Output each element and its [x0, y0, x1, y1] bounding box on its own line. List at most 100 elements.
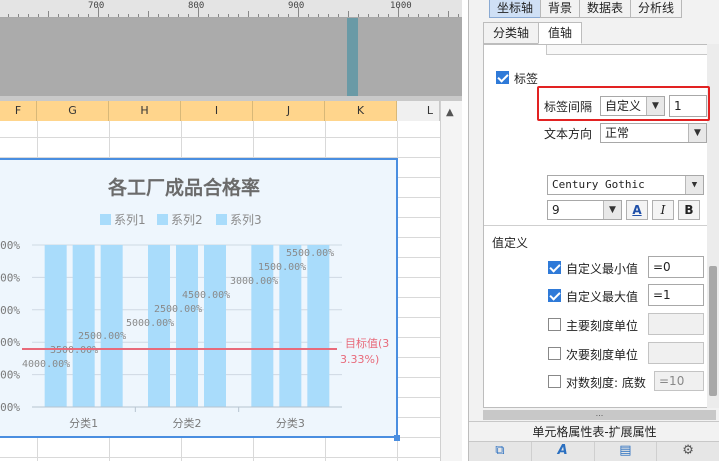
ruler-tick	[448, 11, 449, 17]
chevron-down-icon[interactable]: ▼	[603, 201, 621, 219]
ruler-tick	[458, 14, 459, 17]
scroll-up-icon[interactable]: ▲	[446, 107, 454, 118]
data-label: 1500.00%	[258, 262, 306, 273]
chart-title: 各工厂成品合格率	[107, 176, 260, 199]
settings-gear-icon[interactable]: ⚙	[657, 442, 719, 461]
chart-container[interactable]: 各工厂成品合格率 系列1 系列2 系列3 00% 00% 00% 00% 00% 00% 分类1 分类…	[0, 158, 398, 438]
bar	[176, 245, 198, 407]
ruler-tick	[238, 14, 239, 17]
ruler-tick	[128, 14, 129, 17]
ruler-tick	[218, 14, 219, 17]
font-color-button[interactable]: A	[626, 200, 648, 220]
ruler-tick	[228, 14, 229, 17]
horizontal-ruler: 700 800 900 1000	[0, 0, 462, 18]
panel-scroll-thumb[interactable]	[709, 266, 717, 396]
italic-button[interactable]: I	[652, 200, 674, 220]
data-label: 2500.00%	[154, 304, 202, 315]
legend-label: 系列2	[171, 213, 203, 227]
extended-properties-title: 单元格属性表-扩展属性	[469, 421, 719, 441]
text-direction-value: 正常	[605, 126, 630, 140]
column-header-h[interactable]: H	[109, 101, 181, 121]
y-tick-label: 00%	[0, 369, 20, 382]
vertical-scrollbar[interactable]: ▲	[440, 101, 462, 461]
data-label: 4500.00%	[182, 290, 230, 301]
ruler-tick	[408, 14, 409, 17]
ruler-tick	[28, 14, 29, 17]
custom-max-input[interactable]: =1	[648, 284, 704, 306]
column-header-i[interactable]: I	[181, 101, 253, 121]
ruler-tick	[8, 14, 9, 17]
chart-resize-handle[interactable]	[394, 435, 400, 441]
font-size-select[interactable]: 9 ▼	[547, 200, 622, 220]
chevron-down-icon[interactable]: ▼	[685, 176, 703, 194]
y-tick-label: 00%	[0, 401, 20, 414]
major-unit-input[interactable]	[648, 313, 704, 335]
collapsed-section	[546, 45, 715, 55]
ruler-tick	[308, 14, 309, 17]
target-line-label: 目标值(3	[345, 336, 389, 350]
column-header-l[interactable]: L	[397, 101, 440, 121]
tab-value-axis[interactable]: 值轴	[538, 22, 583, 44]
font-color-icon: A	[632, 203, 642, 217]
log-scale-checkbox[interactable]	[548, 375, 561, 388]
frozen-area	[0, 18, 462, 96]
major-unit-label: 主要刻度单位	[566, 319, 639, 333]
label-checkbox[interactable]	[496, 71, 509, 84]
data-label: 4000.00%	[22, 359, 70, 370]
legend-swatch	[216, 214, 227, 225]
custom-min-input[interactable]: =0	[648, 256, 704, 278]
ruler-tick	[58, 14, 59, 17]
font-family-value: Century Gothic	[552, 178, 645, 191]
log-scale-label: 对数刻度: 底数	[566, 376, 646, 390]
condition-attribute-icon[interactable]: ▤	[595, 442, 658, 461]
tab-axis[interactable]: 坐标轴	[489, 0, 542, 18]
ruler-tick	[378, 14, 379, 17]
tab-background[interactable]: 背景	[540, 0, 581, 18]
ruler-label: 1000	[390, 1, 412, 11]
ruler-tick	[168, 14, 169, 17]
ruler-tick	[68, 14, 69, 17]
ruler-tick	[348, 11, 349, 17]
font-family-select[interactable]: Century Gothic ▼	[547, 175, 704, 195]
custom-max-checkbox[interactable]	[548, 289, 561, 302]
y-tick-label: 00%	[0, 304, 20, 317]
tab-category-axis[interactable]: 分类轴	[483, 22, 540, 44]
cell-style-icon[interactable]: A	[532, 442, 595, 461]
minor-unit-input[interactable]	[648, 342, 704, 364]
top-tab-bar: 坐标轴 背景 数据表 分析线	[489, 0, 683, 18]
major-unit-checkbox[interactable]	[548, 318, 561, 331]
data-label: 5000.00%	[126, 318, 174, 329]
column-header-k[interactable]: K	[325, 101, 397, 121]
target-line-label: 3.33%)	[340, 353, 379, 366]
ruler-tick	[108, 14, 109, 17]
legend-label: 系列1	[114, 213, 146, 227]
data-label: 3500.00%	[50, 345, 98, 356]
custom-max-label: 自定义最大值	[566, 290, 639, 304]
panel-splitter[interactable]: ...	[483, 410, 716, 420]
chevron-down-icon[interactable]: ▼	[688, 124, 706, 142]
minor-unit-checkbox[interactable]	[548, 347, 561, 360]
bold-button[interactable]: B	[678, 200, 700, 220]
tab-analysis-line[interactable]: 分析线	[630, 0, 683, 18]
data-label: 5500.00%	[286, 248, 334, 259]
log-base-input[interactable]: =10	[654, 371, 704, 391]
ruler-label: 800	[188, 1, 205, 11]
font-size-value: 9	[552, 203, 560, 217]
splitter-grip: ...	[595, 409, 604, 418]
cell-element-icon[interactable]: ⧉	[469, 442, 532, 461]
column-header-f[interactable]: F	[0, 101, 37, 121]
ruler-tick	[248, 11, 249, 17]
text-direction-select[interactable]: 正常 ▼	[600, 123, 707, 143]
ruler-tick	[178, 14, 179, 17]
ruler-tick	[258, 14, 259, 17]
ruler-tick	[158, 14, 159, 17]
ruler-tick	[78, 14, 79, 17]
ruler-tick	[88, 14, 89, 17]
section-divider	[484, 225, 715, 226]
custom-min-checkbox[interactable]	[548, 261, 561, 274]
ruler-marker[interactable]	[347, 18, 358, 96]
tab-data-table[interactable]: 数据表	[579, 0, 632, 18]
minor-unit-label: 次要刻度单位	[566, 348, 639, 362]
column-header-g[interactable]: G	[37, 101, 109, 121]
column-header-j[interactable]: J	[253, 101, 325, 121]
